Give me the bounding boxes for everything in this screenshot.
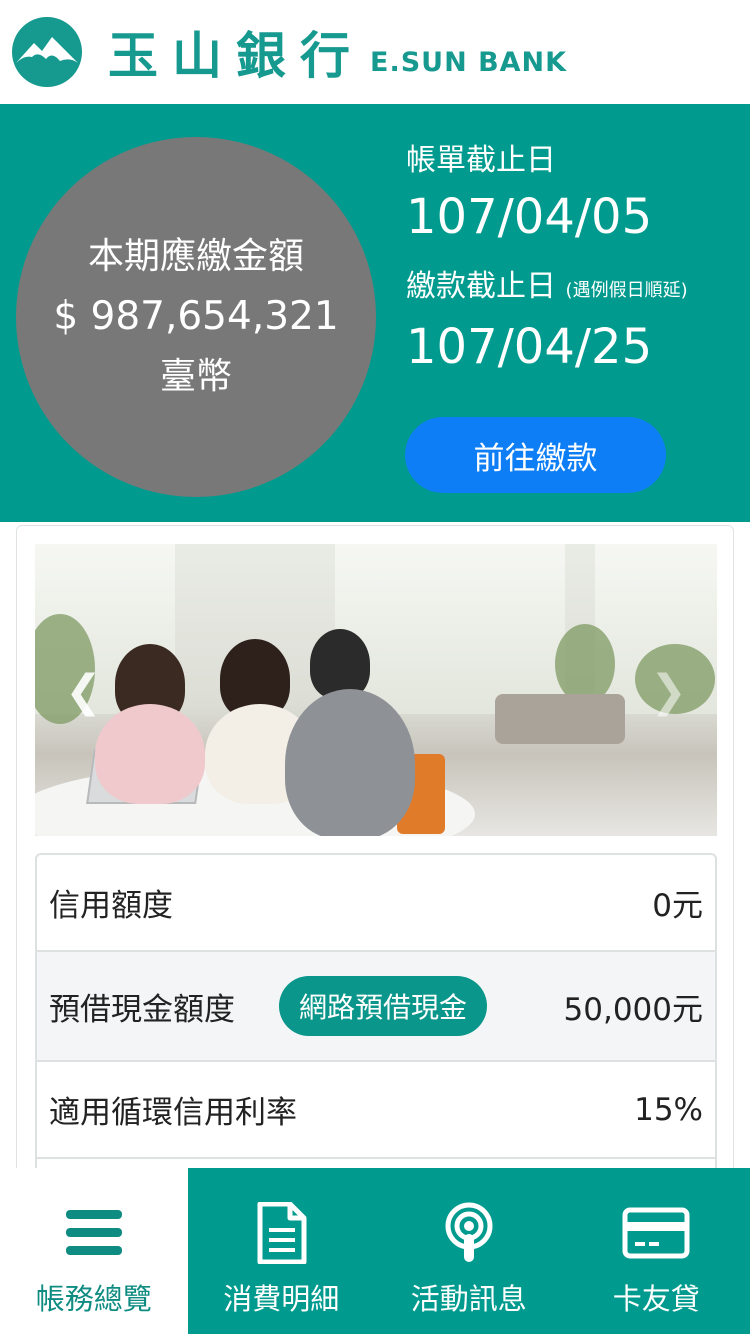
promo-carousel[interactable]: ❮ ❯ — [35, 544, 717, 836]
currency-label: 臺幣 — [159, 356, 232, 397]
statement-date-value: 107/04/05 — [406, 189, 653, 245]
app-header: 玉山銀行 E.SUN BANK — [0, 0, 750, 104]
payment-due-value: 107/04/25 — [406, 319, 653, 375]
payment-due-label-row: 繳款截止日 (遇例假日順延) — [406, 266, 688, 312]
revolving-rate-row: 適用循環信用利率 15% — [37, 1062, 715, 1159]
background-window — [335, 544, 565, 714]
plant-shape — [555, 624, 615, 704]
brand-name-cn: 玉山銀行 — [108, 27, 364, 85]
carousel-prev-chevron-left-icon[interactable]: ❮ — [65, 670, 102, 714]
esun-logo-icon — [12, 17, 82, 87]
cash-advance-label: 預借現金額度 — [49, 991, 235, 1028]
revolving-rate-value: 15% — [634, 1091, 703, 1128]
nav-events[interactable]: 活動訊息 — [375, 1168, 563, 1334]
broadcast-icon — [434, 1202, 504, 1264]
nav-card-loan[interactable]: 卡友貸 — [563, 1168, 750, 1334]
bill-dates: 帳單截止日 107/04/05 繳款截止日 (遇例假日順延) 107/04/25 — [406, 140, 688, 396]
cash-advance-value: 50,000元 — [563, 991, 703, 1028]
cash-advance-row: 預借現金額度 網路預借現金 50,000元 — [37, 952, 715, 1062]
online-cash-advance-button[interactable]: 網路預借現金 — [279, 976, 488, 1036]
credit-card-icon — [621, 1202, 691, 1264]
amount-due-label: 本期應繳金額 — [87, 236, 304, 277]
credit-limit-row: 信用額度 0元 — [37, 855, 715, 952]
bottom-nav: 帳務總覽 消費明細 活動訊息 卡友貸 — [0, 1168, 750, 1334]
nav-label: 帳務總覽 — [35, 1282, 152, 1316]
payment-due-note: (遇例假日順延) — [565, 280, 688, 301]
nav-label: 活動訊息 — [410, 1282, 527, 1316]
credit-limit-label: 信用額度 — [49, 888, 173, 924]
brand-name-en: E.SUN BANK — [370, 46, 568, 78]
person-body — [285, 689, 415, 836]
document-icon — [246, 1201, 316, 1265]
nav-label: 卡友貸 — [612, 1282, 700, 1316]
credit-limit-value: 0元 — [652, 888, 703, 924]
person-head — [310, 629, 370, 699]
amount-due-circle: 本期應繳金額 $ 987,654,321 臺幣 — [16, 137, 376, 497]
bill-summary: 本期應繳金額 $ 987,654,321 臺幣 帳單截止日 107/04/05 … — [0, 104, 750, 522]
sofa-shape — [495, 694, 625, 744]
payment-due-label: 繳款截止日 — [406, 269, 556, 304]
amount-due-value: $ 987,654,321 — [53, 294, 339, 339]
account-card: ❮ ❯ 信用額度 0元 預借現金額度 網路預借現金 50,000元 適用循環信用… — [16, 525, 734, 1258]
nav-account-overview[interactable]: 帳務總覽 — [0, 1168, 188, 1334]
go-pay-button[interactable]: 前往繳款 — [405, 417, 666, 493]
menu-icon — [59, 1202, 129, 1264]
statement-date-label: 帳單截止日 — [406, 143, 556, 178]
carousel-next-chevron-right-icon[interactable]: ❯ — [650, 670, 687, 714]
nav-transactions[interactable]: 消費明細 — [188, 1168, 376, 1334]
nav-label: 消費明細 — [223, 1282, 340, 1316]
revolving-rate-label: 適用循環信用利率 — [49, 1095, 297, 1131]
person-body — [95, 704, 205, 804]
